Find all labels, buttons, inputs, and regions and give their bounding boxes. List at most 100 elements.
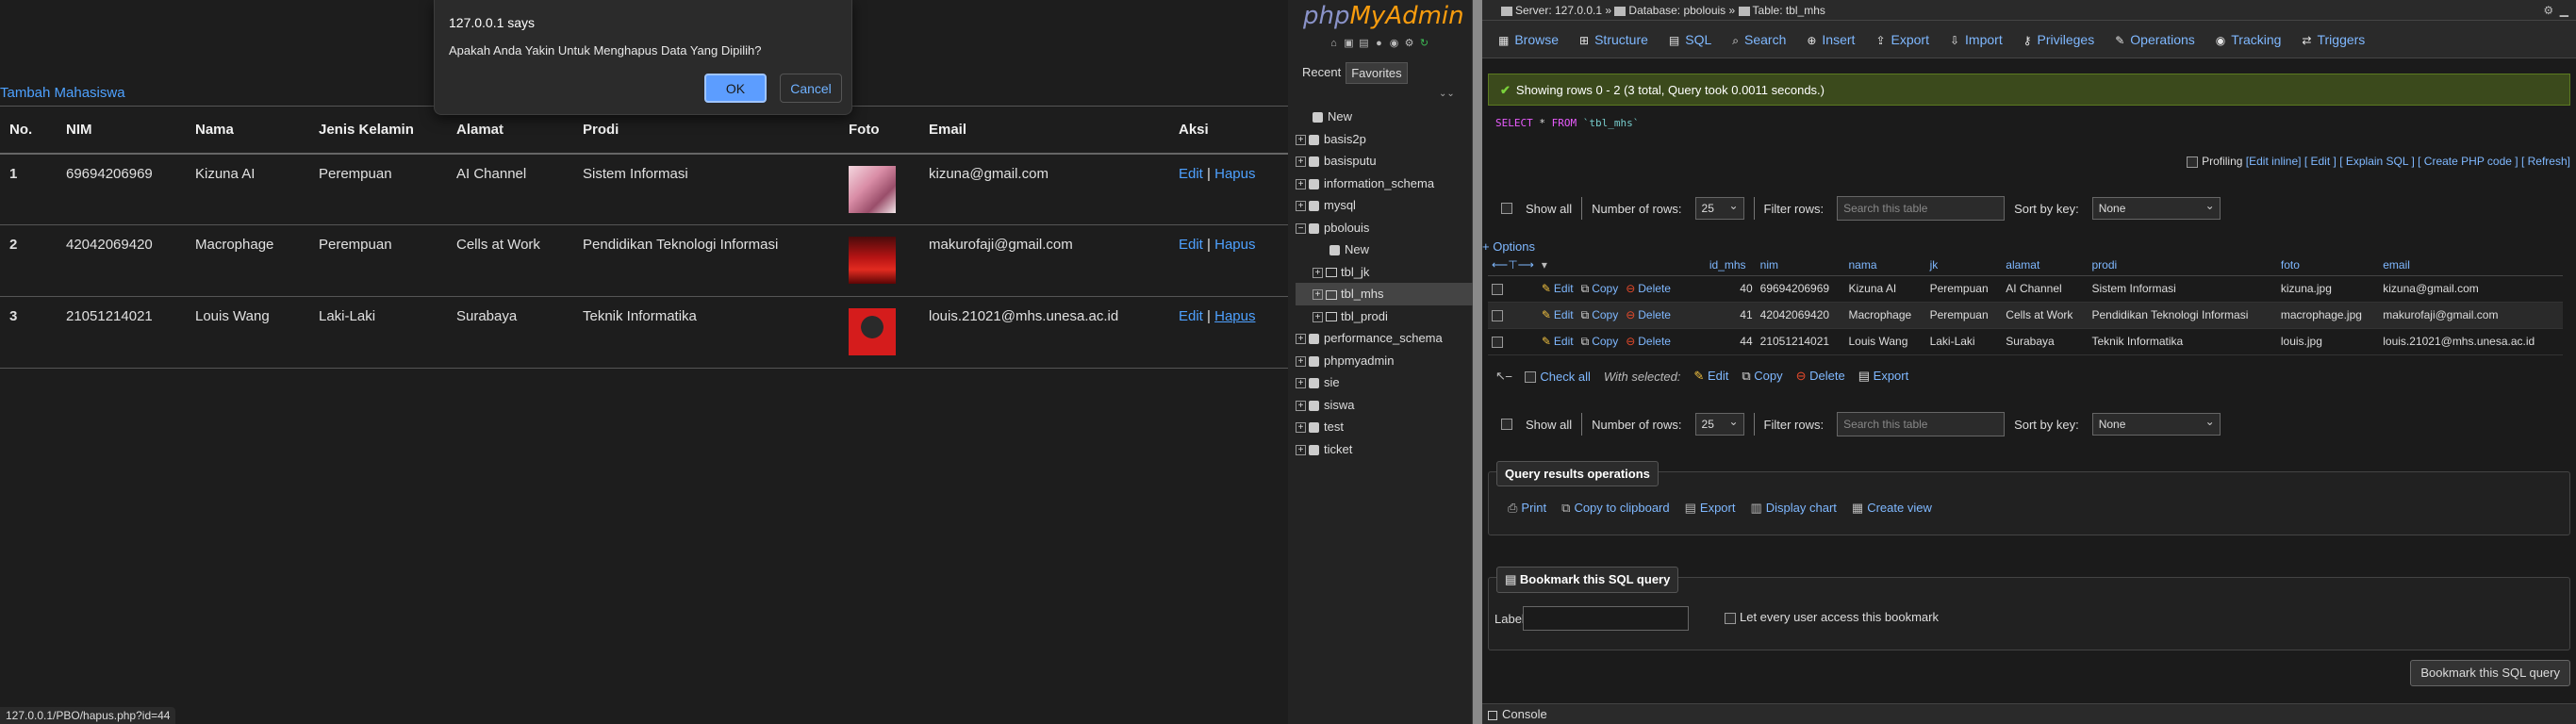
tree-item-mysql[interactable]: + mysql <box>1296 194 1475 217</box>
tree-item-phpmyadmin[interactable]: + phpmyadmin <box>1296 350 1475 372</box>
tree-item-new[interactable]: New <box>1296 239 1475 261</box>
tree-item-label[interactable]: mysql <box>1324 198 1356 212</box>
tab-recent[interactable]: Recent <box>1297 62 1346 84</box>
expand-icon[interactable]: + <box>1313 267 1323 278</box>
docs-icon[interactable]: ● <box>1373 38 1385 50</box>
tree-item-new[interactable]: New <box>1296 106 1475 128</box>
tree-item-performance-schema[interactable]: + performance_schema <box>1296 327 1475 350</box>
edit-link[interactable]: Edit <box>1179 308 1203 324</box>
breadcrumb-table[interactable]: Table: tbl_mhs <box>1753 4 1825 17</box>
tab-import[interactable]: ⇩ Import <box>1940 21 2013 58</box>
tree-item-label[interactable]: pbolouis <box>1324 221 1369 235</box>
expand-icon[interactable]: + <box>1296 400 1306 411</box>
tab-triggers[interactable]: ⇄ Triggers <box>2291 21 2375 58</box>
ok-button[interactable]: OK <box>704 74 767 103</box>
breadcrumb-server[interactable]: Server: 127.0.0.1 » <box>1515 4 1611 17</box>
tab-insert[interactable]: ⊕ Insert <box>1796 21 1865 58</box>
expand-icon[interactable]: + <box>1313 289 1323 301</box>
cell-prodi[interactable]: Sistem Informasi <box>2088 275 2277 303</box>
num-rows-select[interactable]: 25 <box>1694 195 1744 220</box>
column-header-nama[interactable]: nama <box>1844 255 1926 276</box>
home-icon[interactable]: ⌂ <box>1328 38 1340 50</box>
edit-query-link[interactable]: [ Edit ] <box>2304 155 2337 168</box>
tab-favorites[interactable]: Favorites <box>1346 62 1408 84</box>
tree-item-basisputu[interactable]: + basisputu <box>1296 150 1475 173</box>
row-delete-link[interactable]: ⊖ Delete <box>1626 335 1671 348</box>
column-header-email[interactable]: email <box>2379 255 2563 276</box>
tree-item-label[interactable]: basis2p <box>1324 132 1366 146</box>
tree-item-tbl-jk[interactable]: + tbl_jk <box>1296 261 1475 284</box>
bulk-delete-button[interactable]: ⊖ Delete <box>1796 369 1845 384</box>
display-chart-link[interactable]: ▥ Display chart <box>1750 501 1836 516</box>
breadcrumb-database[interactable]: Database: pbolouis » <box>1628 4 1735 17</box>
explain-sql-link[interactable]: [ Explain SQL ] <box>2339 155 2415 168</box>
phpmyadmin-logo[interactable]: phpMyAdmin <box>1303 2 1464 30</box>
tree-item-tbl-prodi[interactable]: + tbl_prodi <box>1296 305 1475 328</box>
expand-icon[interactable]: + <box>1296 422 1306 434</box>
gear-icon[interactable]: ⚙ <box>2543 4 2553 17</box>
bookmark-label-input[interactable] <box>1523 606 1689 631</box>
tree-item-sie[interactable]: + sie <box>1296 371 1475 394</box>
tree-item-information-schema[interactable]: + information_schema <box>1296 173 1475 195</box>
sort-by-key-select[interactable]: None <box>2091 195 2221 220</box>
bulk-copy-button[interactable]: ⧉ Copy <box>1742 369 1782 384</box>
tree-item-label[interactable]: sie <box>1324 375 1340 389</box>
tree-item-label[interactable]: basisputu <box>1324 154 1377 168</box>
expand-icon[interactable]: + <box>1296 378 1306 389</box>
console-bar[interactable]: Console <box>1482 703 2576 724</box>
check-all-label[interactable]: Check all <box>1540 370 1590 384</box>
tree-item-label[interactable]: tbl_jk <box>1341 265 1369 279</box>
panel-resize-handle[interactable] <box>1473 0 1482 724</box>
expand-icon[interactable]: + <box>1296 334 1306 345</box>
tab-search[interactable]: ⌕ Search <box>1722 21 1796 58</box>
row-edit-link[interactable]: ✎ Edit <box>1542 308 1574 321</box>
expand-icon[interactable]: + <box>1296 444 1306 455</box>
column-header-prodi[interactable]: prodi <box>2088 255 2277 276</box>
gear-icon[interactable]: ⚙ <box>1403 38 1415 50</box>
column-header-nim[interactable]: nim <box>1756 255 1845 276</box>
refresh-link[interactable]: [ Refresh] <box>2521 155 2570 168</box>
show-all-checkbox[interactable] <box>1501 419 1512 430</box>
sql-docs-icon[interactable]: ◉ <box>1388 38 1400 50</box>
expand-icon[interactable]: + <box>1296 156 1306 168</box>
tab-privileges[interactable]: ⚷ Privileges <box>2013 21 2105 58</box>
collapse-icon[interactable]: − <box>1296 222 1306 234</box>
create-view-link[interactable]: ▦ Create view <box>1852 501 1932 516</box>
resize-arrows-icon[interactable]: ⟵⊤⟶ <box>1492 258 1534 272</box>
expand-icon[interactable]: + <box>1296 355 1306 367</box>
query-window-icon[interactable]: ▤ <box>1358 38 1370 50</box>
tree-item-label[interactable]: performance_schema <box>1324 331 1443 345</box>
row-edit-link[interactable]: ✎ Edit <box>1542 282 1574 295</box>
row-copy-link[interactable]: ⧉ Copy <box>1581 335 1619 348</box>
cell-jk[interactable]: Perempuan <box>1925 302 2003 329</box>
profiling-checkbox[interactable] <box>2187 156 2199 168</box>
edit-inline-link[interactable]: [Edit inline] <box>2246 155 2302 168</box>
column-header-alamat[interactable]: alamat <box>2002 255 2089 276</box>
expand-icon[interactable]: + <box>1296 201 1306 212</box>
tree-item-label[interactable]: New <box>1345 242 1369 256</box>
tab-tracking[interactable]: ◉ Tracking <box>2205 21 2292 58</box>
tab-structure[interactable]: ⊞ Structure <box>1569 21 1659 58</box>
edit-link[interactable]: Edit <box>1179 237 1203 253</box>
tree-item-label[interactable]: information_schema <box>1324 176 1434 190</box>
row-copy-link[interactable]: ⧉ Copy <box>1581 282 1619 295</box>
tab-sql[interactable]: ▤ SQL <box>1659 21 1722 58</box>
bulk-export-button[interactable]: ▤ Export <box>1858 369 1909 384</box>
tab-browse[interactable]: ▦ Browse <box>1488 21 1569 58</box>
tree-item-label[interactable]: ticket <box>1324 442 1352 456</box>
tree-item-basis2p[interactable]: + basis2p <box>1296 128 1475 151</box>
header-resize-arrows[interactable]: ⟵⊤⟶ <box>1488 255 1538 276</box>
expand-icon[interactable]: + <box>1296 134 1306 145</box>
tree-item-pbolouis[interactable]: − pbolouis <box>1296 217 1475 239</box>
delete-link-hovered[interactable]: Hapus <box>1214 308 1255 324</box>
show-all-checkbox[interactable] <box>1501 203 1512 214</box>
filter-rows-input[interactable]: Search this table <box>1837 196 2006 221</box>
tree-item-label[interactable]: siswa <box>1324 398 1355 412</box>
num-rows-select[interactable]: 25 <box>1694 411 1744 436</box>
delete-link[interactable]: Hapus <box>1214 166 1255 182</box>
cell-prodi[interactable]: Teknik Informatika <box>2088 328 2277 355</box>
bookmark-submit-button[interactable]: Bookmark this SQL query <box>2410 660 2570 686</box>
tab-operations[interactable]: ✎ Operations <box>2105 21 2205 58</box>
chevron-down-icon[interactable]: ⌄⌄ <box>1439 89 1455 99</box>
edit-link[interactable]: Edit <box>1179 166 1203 182</box>
